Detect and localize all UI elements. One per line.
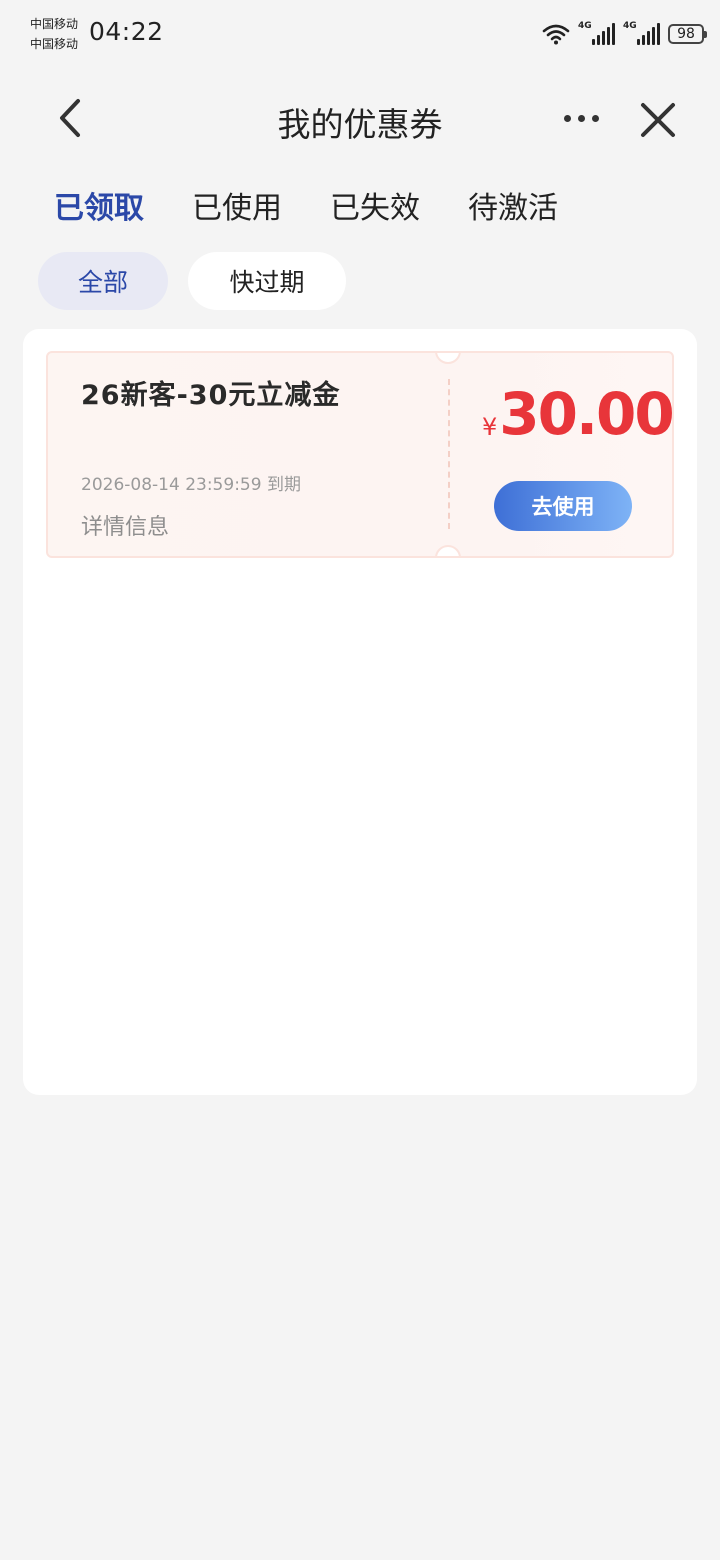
use-coupon-button[interactable]: 去使用 <box>494 481 632 531</box>
coupon-list: 26新客-30元立减金 2026-08-14 23:59:59 到期 详情信息 … <box>23 329 697 1095</box>
close-button[interactable] <box>636 98 680 142</box>
carrier-labels: 中国移动 中国移动 <box>30 14 78 54</box>
coupon-status-tabs: 已领取 已使用 已失效 待激活 <box>54 188 606 230</box>
tab-expired[interactable]: 已失效 <box>330 188 420 230</box>
close-icon <box>641 103 675 137</box>
coupon-amount: ¥ 30.00 <box>482 380 673 448</box>
carrier-1: 中国移动 <box>30 17 79 31</box>
signal-1-label: 4G <box>578 21 592 31</box>
carrier-2: 中国移动 <box>30 37 79 51</box>
coupon-notch-top <box>435 353 461 364</box>
status-time: 04:22 <box>89 17 164 46</box>
cellular-signal-1-icon: 4G <box>578 21 615 45</box>
signal-2-label: 4G <box>623 21 637 31</box>
status-icons: 4G 4G 98 <box>542 20 707 48</box>
tab-received[interactable]: 已领取 <box>54 188 144 230</box>
more-dot-icon <box>577 114 585 122</box>
filter-expiring-chip[interactable]: 快过期 <box>188 252 346 310</box>
coupon-title: 26新客-30元立减金 <box>81 380 341 411</box>
wifi-icon <box>542 24 570 45</box>
tab-pending-activation[interactable]: 待激活 <box>468 188 558 230</box>
page-title: 我的优惠券 <box>277 105 443 144</box>
filter-chips: 全部 快过期 <box>38 252 346 310</box>
status-bar: 中国移动 中国移动 04:22 4G 4G 98 <box>0 0 720 70</box>
coupon-card[interactable]: 26新客-30元立减金 2026-08-14 23:59:59 到期 详情信息 … <box>46 351 674 558</box>
tab-used[interactable]: 已使用 <box>192 188 282 230</box>
cellular-signal-2-icon: 4G <box>623 21 660 45</box>
nav-bar: 我的优惠券 <box>0 80 720 160</box>
amount-value: 30.00 <box>499 380 673 448</box>
coupon-expiry: 2026-08-14 23:59:59 到期 <box>81 475 301 495</box>
more-button[interactable] <box>553 100 609 136</box>
battery-icon: 98 <box>668 24 707 44</box>
coupon-notch-bottom <box>435 545 461 556</box>
filter-all-chip[interactable]: 全部 <box>38 252 168 310</box>
currency-symbol: ¥ <box>482 413 498 441</box>
more-dot-icon <box>563 114 571 122</box>
more-dot-icon <box>591 114 599 122</box>
coupon-divider <box>448 379 450 529</box>
coupon-detail-link[interactable]: 详情信息 <box>81 509 169 541</box>
